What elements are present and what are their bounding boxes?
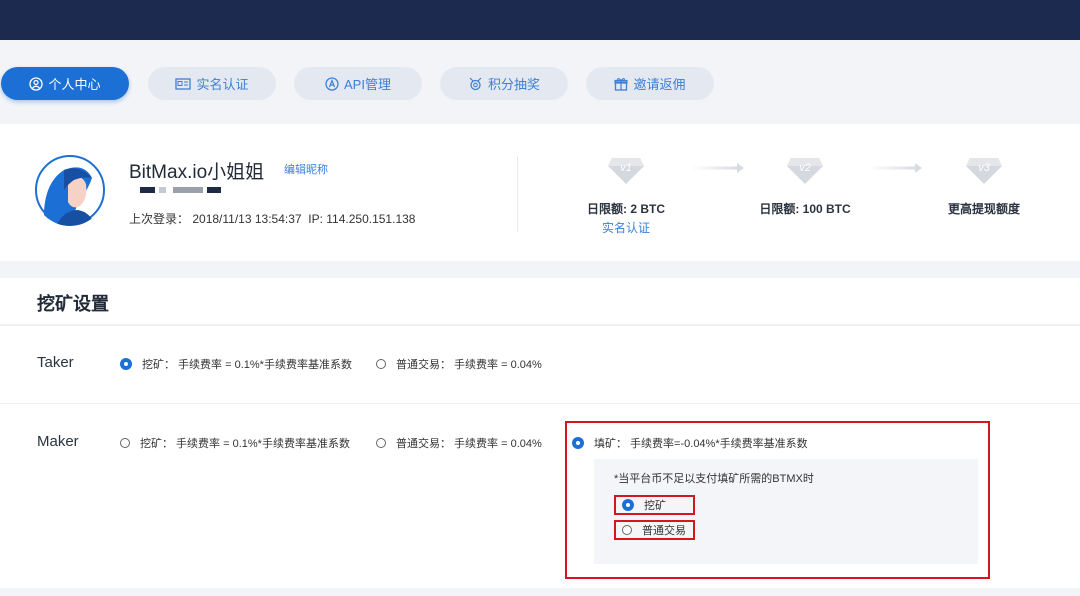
- id-card-icon: [175, 77, 192, 90]
- option-text: 挖矿： 手续费率 = 0.1%*手续费率基准系数: [140, 438, 350, 450]
- radio-unchecked-icon[interactable]: [120, 438, 130, 448]
- radio-checked-icon[interactable]: [120, 358, 132, 370]
- svg-text:v3: v3: [978, 162, 991, 174]
- taker-option-normal[interactable]: 普通交易： 手续费率 = 0.04%: [376, 356, 542, 372]
- option-text: 普通交易： 手续费率 = 0.04%: [396, 359, 542, 371]
- maker-option-normal[interactable]: 普通交易： 手续费率 = 0.04%: [376, 435, 542, 451]
- tab-label: API管理: [344, 77, 391, 92]
- taker-label: Taker: [37, 354, 74, 371]
- edit-nickname-link[interactable]: 编辑昵称: [284, 161, 328, 177]
- real-name-auth-link[interactable]: 实名认证: [556, 219, 696, 236]
- radio-unchecked-icon[interactable]: [376, 359, 386, 369]
- maker-option-fill-mining[interactable]: 填矿： 手续费率=-0.04%*手续费率基准系数: [572, 435, 808, 451]
- radio-unchecked-icon[interactable]: [376, 438, 386, 448]
- level-limit: 更高提现额度: [947, 202, 1020, 216]
- account-tabs: 个人中心 实名认证 API管理 积分抽奖 邀请返佣: [0, 40, 1080, 124]
- fallback-panel: *当平台币不足以支付填矿所需的BTMX时 挖矿 普通交易: [594, 459, 978, 564]
- last-login-info: 上次登录： 2018/11/13 13:54:37 IP: 114.250.15…: [129, 210, 415, 227]
- option-text: 普通交易： 手续费率 = 0.04%: [396, 438, 542, 450]
- top-nav-bar: [0, 0, 1080, 40]
- lottery-icon: [468, 77, 483, 91]
- radio-checked-icon[interactable]: [622, 499, 634, 511]
- radio-checked-icon[interactable]: [572, 437, 584, 449]
- gift-icon: [614, 77, 629, 91]
- divider: [517, 156, 518, 232]
- option-text: 普通交易: [642, 525, 686, 537]
- option-text: 挖矿： 手续费率 = 0.1%*手续费率基准系数: [142, 359, 352, 371]
- tab-label: 积分抽奖: [487, 77, 540, 92]
- maker-label: Maker: [37, 433, 79, 450]
- mining-settings-card: 挖矿设置 Taker 挖矿： 手续费率 = 0.1%*手续费率基准系数 普通交易…: [0, 278, 1080, 588]
- tab-label: 个人中心: [48, 77, 101, 92]
- v3-badge-icon: v3: [964, 154, 1004, 186]
- divider: [0, 324, 1080, 326]
- level-limit: 日限额: 2 BTC: [586, 202, 665, 216]
- svg-text:v1: v1: [620, 162, 632, 174]
- level-v3: v3 更高提现额度: [914, 154, 1054, 217]
- level-v2: v2 日限额: 100 BTC: [735, 154, 875, 217]
- tab-real-name-auth[interactable]: 实名认证: [148, 67, 276, 100]
- section-title: 挖矿设置: [37, 294, 109, 314]
- profile-card: BitMax.io小姐姐 编辑昵称 上次登录： 2018/11/13 13:54…: [0, 124, 1080, 261]
- tab-label: 邀请返佣: [633, 77, 686, 92]
- tab-personal-center[interactable]: 个人中心: [1, 67, 129, 100]
- option-text: 填矿： 手续费率=-0.04%*手续费率基准系数: [594, 438, 808, 450]
- api-icon: [325, 76, 339, 91]
- tab-label: 实名认证: [196, 77, 249, 92]
- maker-option-mining[interactable]: 挖矿： 手续费率 = 0.1%*手续费率基准系数: [120, 435, 350, 451]
- v2-badge-icon: v2: [785, 154, 825, 186]
- masked-account: [140, 187, 225, 193]
- svg-text:v2: v2: [799, 162, 811, 174]
- level-limit: 日限额: 100 BTC: [759, 202, 851, 216]
- v1-badge-icon: v1: [606, 154, 646, 186]
- tab-api-management[interactable]: API管理: [294, 67, 422, 100]
- option-text: 挖矿: [644, 500, 666, 512]
- last-login-label: 上次登录：: [129, 212, 190, 226]
- last-login-time: 2018/11/13 13:54:37: [192, 212, 302, 226]
- taker-option-mining[interactable]: 挖矿： 手续费率 = 0.1%*手续费率基准系数: [120, 356, 352, 372]
- tab-points-lottery[interactable]: 积分抽奖: [440, 67, 568, 100]
- fallback-option-mining[interactable]: 挖矿: [614, 495, 695, 515]
- username: BitMax.io小姐姐: [129, 162, 265, 183]
- user-circle-icon: [29, 76, 44, 91]
- fallback-note: *当平台币不足以支付填矿所需的BTMX时: [614, 473, 814, 485]
- level-v1: v1 日限额: 2 BTC 实名认证: [556, 154, 696, 236]
- divider: [0, 403, 1080, 404]
- tab-invite-rebate[interactable]: 邀请返佣: [586, 67, 714, 100]
- fallback-option-normal[interactable]: 普通交易: [614, 520, 695, 540]
- radio-unchecked-icon[interactable]: [622, 525, 632, 535]
- ip-label: IP:: [308, 212, 323, 226]
- ip-address: 114.250.151.138: [326, 212, 416, 226]
- avatar[interactable]: [34, 154, 106, 226]
